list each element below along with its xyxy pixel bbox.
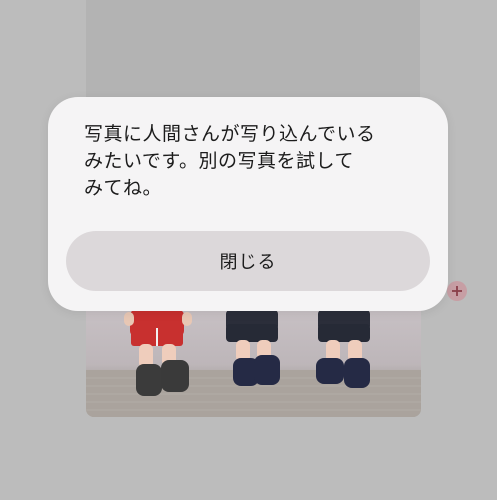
plus-icon[interactable]	[447, 281, 467, 301]
dialog-message: 写真に人間さんが写り込んでいる みたいです。別の写真を試して みてね。	[84, 121, 414, 202]
dialog-message-line: みたいです。別の写真を試して	[84, 150, 354, 172]
doll-figures-image	[86, 310, 421, 417]
photo-preview	[86, 300, 421, 417]
close-button[interactable]: 閉じる	[66, 231, 430, 291]
dialog-message-line: みてね。	[84, 177, 163, 199]
alert-dialog: 写真に人間さんが写り込んでいる みたいです。別の写真を試して みてね。 閉じる	[48, 97, 448, 311]
dialog-message-line: 写真に人間さんが写り込んでいる	[84, 123, 376, 145]
